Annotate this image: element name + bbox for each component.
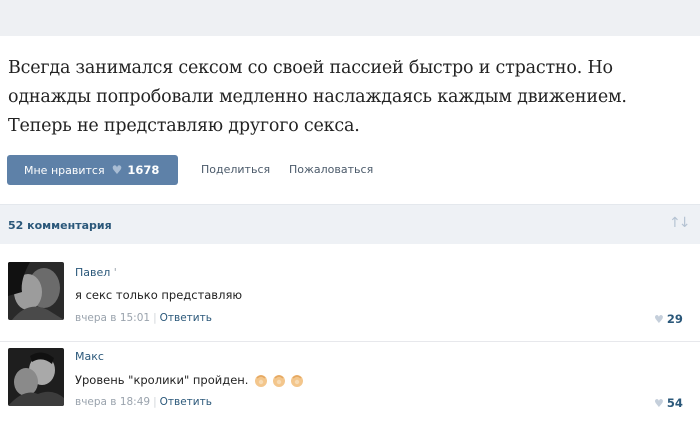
comment-item: Павел ' я секс только представляю вчера …	[0, 262, 700, 342]
comment-date[interactable]: вчера в 15:01	[75, 312, 150, 324]
comment-meta: вчера в 18:49 | Ответить	[75, 396, 212, 408]
heart-icon: ♥	[654, 397, 664, 410]
heart-icon: ♥	[111, 163, 123, 177]
comments-count[interactable]: 52 комментария	[8, 219, 112, 232]
post-text: Всегда занимался сексом со своей пассией…	[8, 58, 627, 136]
reply-link[interactable]: Ответить	[160, 396, 212, 408]
share-link[interactable]: Поделиться	[201, 163, 270, 176]
comment-like-count: 54	[666, 396, 683, 410]
comment-like-button[interactable]: ♥ 29	[654, 312, 683, 326]
sort-arrows-icon[interactable]: ↑↓	[669, 215, 691, 231]
comment-item: Макс Уровень "кролики" пройден. вчера в …	[0, 346, 700, 423]
like-button[interactable]: Мне нравится ♥ 1678	[7, 155, 178, 185]
comment-meta: вчера в 15:01 | Ответить	[75, 312, 212, 324]
report-link[interactable]: Пожаловаться	[289, 163, 373, 176]
clapping-hands-icon	[251, 372, 305, 388]
comment-text: я секс только представляю	[75, 288, 243, 302]
comment-author[interactable]: Макс	[75, 350, 104, 363]
comments-header: 52 комментария ↑↓	[0, 204, 700, 244]
like-count: 1678	[127, 163, 160, 177]
heart-icon: ♥	[654, 313, 664, 326]
like-label: Мне нравится	[24, 163, 105, 177]
avatar[interactable]	[8, 262, 64, 320]
avatar[interactable]	[8, 348, 64, 406]
comment-like-count: 29	[666, 312, 683, 326]
comment-date[interactable]: вчера в 18:49	[75, 396, 150, 408]
comment-text: Уровень "кролики" пройден.	[75, 372, 305, 388]
post-actions: Мне нравится ♥ 1678 Поделиться Пожаловат…	[7, 155, 687, 185]
page-top-strip	[0, 0, 700, 36]
comment-author[interactable]: Павел '	[75, 266, 117, 279]
comment-like-button[interactable]: ♥ 54	[654, 396, 683, 410]
reply-link[interactable]: Ответить	[160, 312, 212, 324]
